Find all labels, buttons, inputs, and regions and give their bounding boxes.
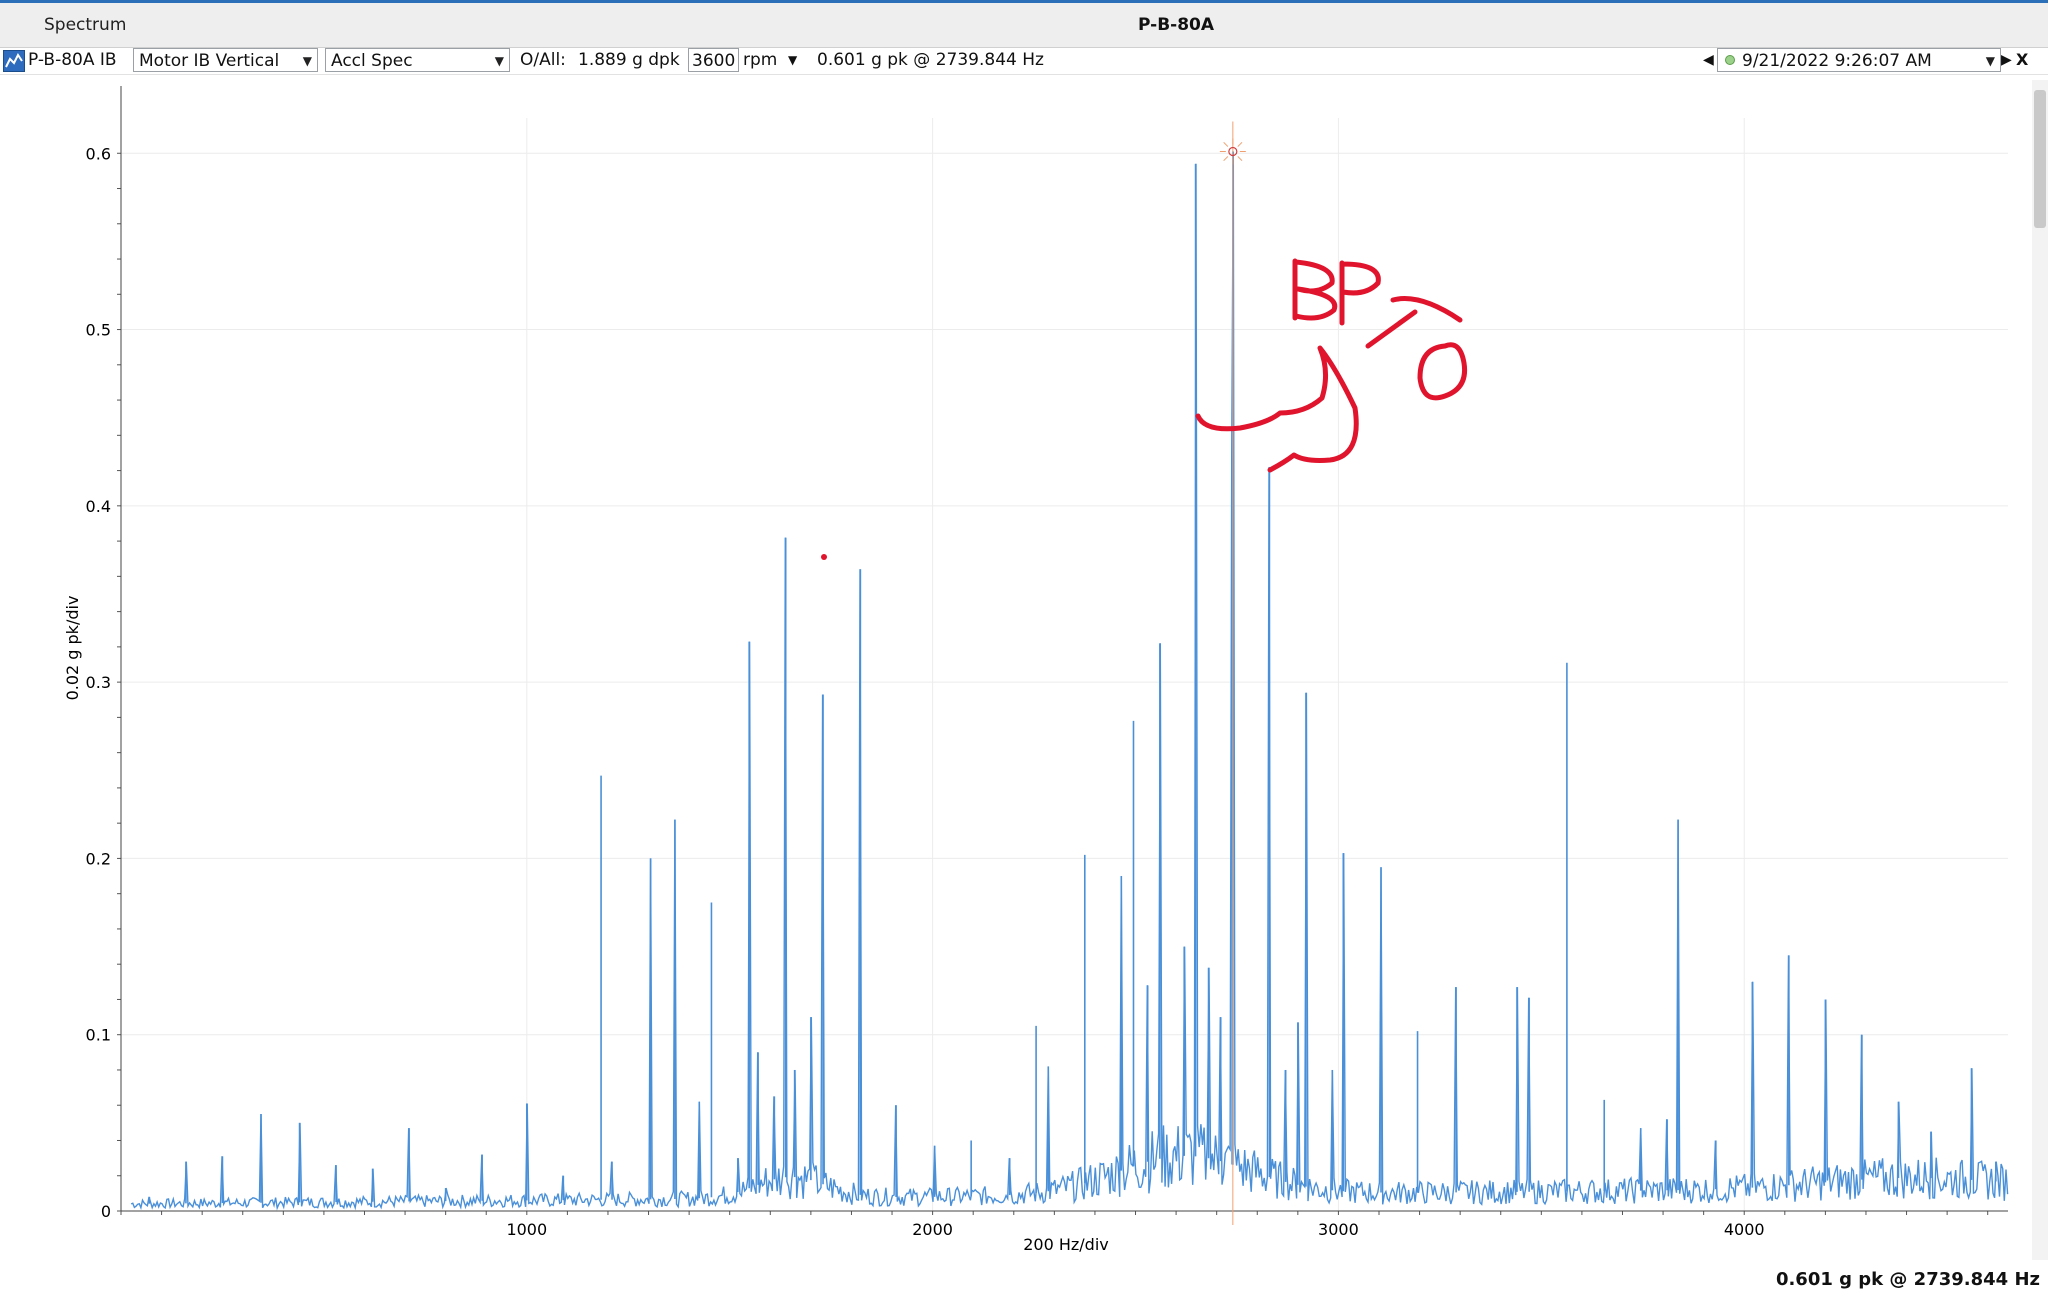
rpm-unit: rpm	[743, 50, 778, 70]
overall-value: 1.889 g dpk	[578, 50, 680, 70]
x-tick-label: 2000	[912, 1220, 953, 1239]
vertical-scrollbar-thumb[interactable]	[2034, 90, 2046, 228]
y-tick-label: 0.2	[86, 849, 111, 868]
chart-axes	[117, 86, 2008, 1215]
spectrum-series-line	[130, 151, 2009, 1211]
cursor-ray	[1223, 156, 1229, 162]
cursor-ray	[1237, 156, 1243, 162]
vertical-scrollbar[interactable]	[2032, 80, 2048, 1260]
y-tick-label: 0	[101, 1202, 111, 1221]
y-tick-labels: 0 0.1 0.2 0.3 0.4 0.5 0.6	[86, 144, 111, 1221]
triangle-right-icon[interactable]: ▶	[2001, 48, 2012, 72]
window-title: P-B-80A	[1138, 15, 1215, 35]
y-tick-label: 0.6	[86, 144, 111, 163]
spectrum-type-select-value: Accl Spec	[331, 51, 413, 71]
footer-cursor-readout: 0.601 g pk @ 2739.844 Hz	[1775, 1269, 2040, 1290]
x-tick-label: 4000	[1724, 1220, 1765, 1239]
x-axis-label: 200 Hz/div	[1023, 1235, 1109, 1254]
rpm-input[interactable]: 3600	[688, 48, 740, 72]
spectrum-peaks	[148, 151, 1997, 1204]
y-axis-label: 0.02 g pk/div	[63, 596, 82, 701]
triangle-left-icon[interactable]: ◀	[1703, 48, 1714, 72]
bpfo-handwritten-annotation	[1195, 258, 1468, 473]
cursor-marker[interactable]	[1219, 121, 1246, 1225]
y-tick-label: 0.3	[86, 673, 111, 692]
x-tick-labels: 1000 2000 3000 4000	[506, 1220, 1764, 1239]
y-tick-label: 0.5	[86, 321, 111, 340]
y-tick-label: 0.1	[86, 1026, 111, 1045]
point-label: P-B-80A IB	[28, 50, 117, 70]
y-tick-label: 0.4	[86, 497, 111, 516]
rpm-dropdown-icon[interactable]: ▼	[788, 48, 797, 72]
x-tick-label: 1000	[506, 1220, 547, 1239]
close-button[interactable]: X	[2016, 48, 2028, 72]
cursor-ray	[1237, 141, 1243, 147]
chevron-down-icon: ▼	[302, 54, 312, 68]
date-select[interactable]: 9/21/2022 9:26:07 AM ▼	[1717, 48, 2001, 72]
chevron-down-icon: ▼	[494, 54, 504, 68]
measurement-select[interactable]: Motor IB Vertical ▼	[133, 48, 318, 72]
chart-grid	[121, 118, 2008, 1212]
tab-spectrum[interactable]: Spectrum	[44, 15, 126, 35]
cursor-ray	[1223, 141, 1229, 147]
date-select-value: 9/21/2022 9:26:07 AM	[1742, 51, 1932, 71]
spectrum-chart-icon[interactable]	[3, 50, 25, 72]
cursor-readout: 0.601 g pk @ 2739.844 Hz	[817, 50, 1044, 70]
status-dot-icon	[1725, 55, 1735, 65]
spectrum-type-select[interactable]: Accl Spec ▼	[325, 48, 510, 72]
x-tick-label: 3000	[1318, 1220, 1359, 1239]
measurement-select-value: Motor IB Vertical	[139, 51, 280, 71]
spectrum-chart[interactable]: 1000 2000 3000 4000 0 0.1 0.2 0.3 0.4 0.5 0.6 200…	[0, 78, 2030, 1278]
toolbar: P-B-80A IB Motor IB Vertical ▼ Accl Spec…	[0, 48, 2048, 75]
overall-label: O/All:	[520, 50, 566, 70]
chevron-down-icon: ▼	[1985, 54, 1995, 68]
red-dot-mark	[821, 554, 827, 560]
window-titlebar: Spectrum P-B-80A	[0, 0, 2048, 48]
